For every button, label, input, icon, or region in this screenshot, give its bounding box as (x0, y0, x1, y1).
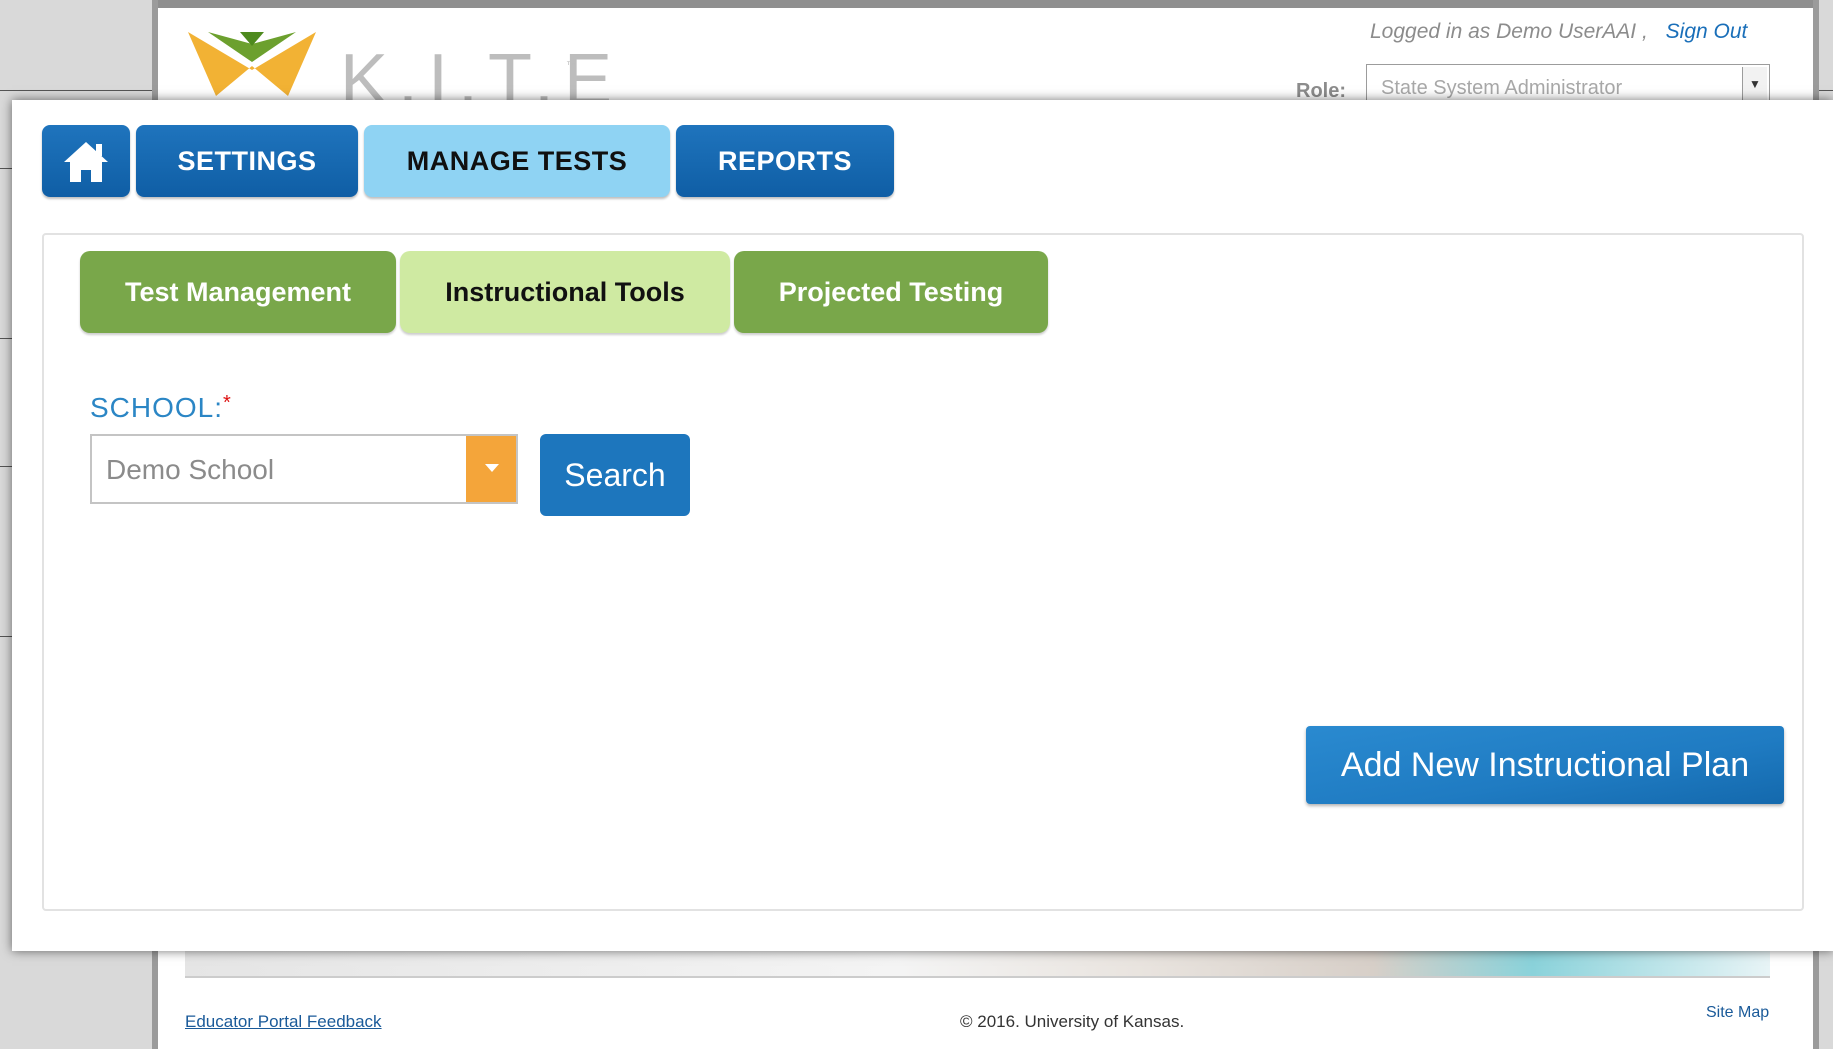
required-marker: * (223, 392, 232, 414)
background-topbar (158, 0, 1813, 8)
tab-test-management[interactable]: Test Management (80, 251, 396, 333)
home-icon (64, 142, 108, 182)
tab-instructional-tools[interactable]: Instructional Tools (400, 251, 730, 333)
logo-trademark: ™ (566, 60, 576, 71)
school-label: SCHOOL:* (90, 392, 232, 424)
copyright-text: © 2016. University of Kansas. (960, 1012, 1185, 1031)
school-label-text: SCHOOL: (90, 392, 224, 423)
sign-out-link[interactable]: Sign Out (1666, 20, 1748, 43)
chevron-down-icon[interactable]: ▼ (1742, 67, 1767, 101)
tab-projected-testing[interactable]: Projected Testing (734, 251, 1048, 333)
content-area: Test Management Instructional Tools Proj… (42, 233, 1804, 911)
main-panel: SETTINGS MANAGE TESTS REPORTS Test Manag… (12, 100, 1833, 951)
logged-in-text: Logged in as Demo UserAAI , (1370, 20, 1648, 43)
school-value: Demo School (106, 454, 275, 485)
site-map-link[interactable]: Site Map (1706, 1004, 1769, 1022)
role-value: State System Administrator (1381, 77, 1623, 99)
nav-reports[interactable]: REPORTS (676, 125, 894, 197)
chevron-down-icon[interactable] (466, 436, 516, 502)
school-select[interactable]: Demo School (90, 434, 518, 504)
add-instructional-plan-button[interactable]: Add New Instructional Plan (1306, 726, 1784, 804)
bg-line (0, 90, 160, 91)
home-button[interactable] (42, 125, 130, 197)
feedback-link[interactable]: Educator Portal Feedback (185, 1012, 382, 1032)
search-button[interactable]: Search (540, 434, 690, 516)
nav-manage-tests[interactable]: MANAGE TESTS (364, 125, 670, 197)
role-select[interactable]: State System Administrator ▼ (1366, 64, 1770, 104)
kite-logo (188, 32, 316, 96)
login-status: Logged in as Demo UserAAI , Sign Out (1370, 20, 1747, 44)
nav-settings[interactable]: SETTINGS (136, 125, 358, 197)
